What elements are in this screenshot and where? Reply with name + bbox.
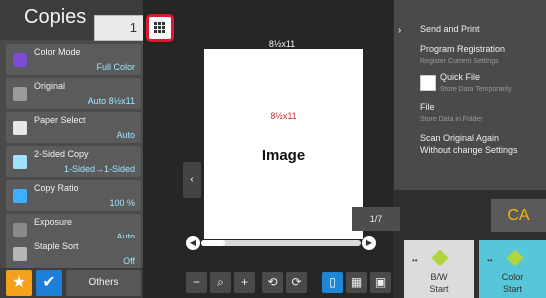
star-icon[interactable]: ★ — [6, 270, 32, 296]
store-in-folder-label: Store Data in Folder — [420, 116, 483, 123]
send-and-print-item[interactable]: Send and Print — [420, 24, 480, 34]
copies-input[interactable]: 1 — [94, 15, 146, 41]
grid-view-icon[interactable]: ▦ — [346, 272, 367, 293]
zoom-out-button[interactable]: − — [186, 272, 207, 293]
scan-again-subline: Without change Settings — [420, 145, 518, 155]
setting-label: Original — [34, 81, 66, 91]
scrollbar-thumb[interactable] — [201, 240, 225, 246]
bw-start-label: Start — [429, 284, 449, 294]
color-start-button[interactable]: •• Color Start — [479, 240, 546, 298]
setting-paper-select[interactable]: Paper Select Auto — [6, 112, 141, 143]
setting-2-sided-copy[interactable]: 2-Sided Copy 1-Sided→1-Sided — [6, 146, 141, 177]
quick-file-label[interactable]: Quick File — [440, 72, 480, 82]
scan-again-item[interactable]: Scan Original Again — [420, 133, 499, 143]
scroll-left-icon[interactable]: ◀ — [186, 236, 200, 250]
copies-value: 1 — [129, 20, 137, 35]
setting-staple-sort[interactable]: Staple Sort Off — [6, 238, 141, 269]
zoom-icon[interactable]: ⌕ — [210, 272, 231, 293]
original-icon — [13, 87, 27, 101]
copies-title: Copies — [24, 6, 87, 28]
quick-file-checkbox[interactable] — [420, 75, 436, 91]
setting-value: Off — [123, 256, 135, 266]
setting-value: Full Color — [96, 62, 135, 72]
register-current-settings: Register Current Settings — [420, 58, 499, 65]
setting-value: 1-Sided→1-Sided — [63, 164, 135, 174]
setting-value: Auto — [116, 130, 135, 140]
setting-label: Copy Ratio — [34, 183, 79, 193]
scroll-right-icon[interactable]: ▶ — [362, 236, 376, 250]
page-view-icon[interactable]: ▣ — [370, 272, 391, 293]
start-diamond-icon — [506, 249, 524, 267]
setting-label: 2-Sided Copy — [34, 149, 89, 159]
setting-label: Paper Select — [34, 115, 86, 125]
paper-icon — [13, 121, 27, 135]
rotate-left-icon[interactable]: ⟲ — [262, 272, 283, 293]
setting-value: 100 % — [109, 198, 135, 208]
bottom-toolbar: ★ ✔ Others — [0, 268, 143, 298]
thumbnail-grid-button[interactable] — [146, 14, 174, 42]
chevron-left-icon[interactable]: ‹ — [183, 162, 201, 198]
setting-color-mode[interactable]: Color Mode Full Color — [6, 44, 141, 75]
duplex-icon — [13, 155, 27, 169]
color-start-label: Start — [502, 284, 522, 294]
page-preview: 8½x11 Image — [204, 49, 363, 239]
bw-start-button[interactable]: •• B/W Start — [404, 240, 474, 298]
bw-label: B/W — [430, 272, 448, 282]
staple-icon — [13, 247, 27, 261]
rotate-right-icon[interactable]: ⟳ — [286, 272, 307, 293]
preview-scrollbar[interactable] — [201, 240, 361, 246]
store-temporarily-label: Store Data Temporarily — [440, 86, 512, 93]
setting-label: Staple Sort — [34, 241, 79, 251]
dots-icon: •• — [412, 256, 418, 265]
setting-label: Exposure — [34, 217, 73, 227]
start-diamond-icon — [431, 249, 449, 267]
ratio-icon — [13, 189, 27, 203]
program-registration-item[interactable]: Program Registration — [420, 44, 505, 54]
page-counter: 1/7 — [352, 207, 400, 231]
color-mode-icon — [13, 53, 27, 67]
copies-header: Copies 1 — [0, 0, 146, 41]
zoom-in-button[interactable]: + — [234, 272, 255, 293]
image-label: Image — [261, 147, 306, 164]
setting-label: Color Mode — [34, 47, 81, 57]
color-label: Color — [501, 272, 524, 282]
setting-copy-ratio[interactable]: Copy Ratio 100 % — [6, 180, 141, 211]
grid-icon — [154, 22, 166, 34]
check-icon[interactable]: ✔ — [36, 270, 62, 296]
clear-all-button[interactable]: CA — [491, 199, 546, 232]
chevron-right-icon[interactable]: › — [398, 25, 410, 36]
file-item[interactable]: File — [420, 102, 435, 112]
setting-value: Auto 8½x11 — [87, 96, 135, 106]
paper-size-label: 8½x11 — [268, 39, 296, 49]
exposure-icon — [13, 223, 27, 237]
paper-size-red-label: 8½x11 — [270, 111, 297, 121]
others-button[interactable]: Others — [66, 270, 141, 296]
single-page-view-icon[interactable]: ▯ — [322, 272, 343, 293]
setting-original[interactable]: Original Auto 8½x11 — [6, 78, 141, 109]
dots-icon: •• — [487, 256, 493, 265]
